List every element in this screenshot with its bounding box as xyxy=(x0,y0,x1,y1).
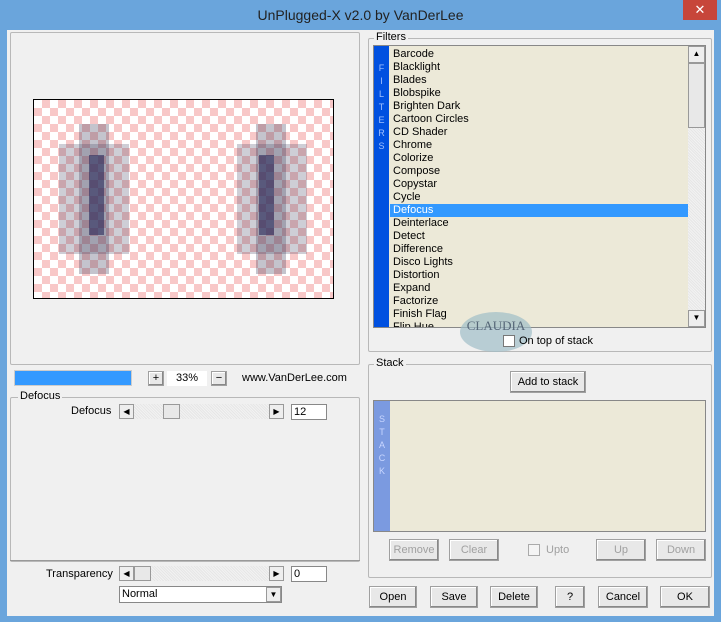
arrow-left-icon[interactable]: ◀ xyxy=(119,566,134,581)
add-to-stack-button[interactable]: Add to stack xyxy=(510,371,586,393)
open-button[interactable]: Open xyxy=(369,586,417,608)
remove-button[interactable]: Remove xyxy=(389,539,439,561)
arrow-right-icon[interactable]: ▶ xyxy=(269,566,284,581)
filter-item[interactable]: Blobspike xyxy=(390,87,688,100)
filter-item[interactable]: Difference xyxy=(390,243,688,256)
upto-label: Upto xyxy=(546,544,570,556)
scroll-up-icon[interactable]: ▲ xyxy=(688,46,705,63)
down-button[interactable]: Down xyxy=(656,539,706,561)
stack-bar-label: STACK xyxy=(378,414,386,476)
stack-group-label: Stack xyxy=(374,357,406,369)
zoom-in-button[interactable]: + xyxy=(148,371,164,386)
params-group-label: Defocus xyxy=(18,390,63,402)
filter-item[interactable]: Compose xyxy=(390,165,688,178)
scrollbar[interactable]: ▲ ▼ xyxy=(688,46,705,327)
chevron-down-icon[interactable]: ▼ xyxy=(266,587,281,602)
filter-item[interactable]: Colorize xyxy=(390,152,688,165)
zoom-level: 33% xyxy=(167,371,207,386)
filter-item[interactable]: Factorize xyxy=(390,295,688,308)
filter-item[interactable]: Blades xyxy=(390,74,688,87)
preview-image[interactable] xyxy=(33,99,334,299)
help-button[interactable]: ? xyxy=(555,586,585,608)
filter-item[interactable]: Brighten Dark xyxy=(390,100,688,113)
filter-item[interactable]: Distortion xyxy=(390,269,688,282)
defocus-slider[interactable]: ◀ ▶ xyxy=(119,404,284,419)
filter-item[interactable]: Expand xyxy=(390,282,688,295)
website-link[interactable]: www.VanDerLee.com xyxy=(242,372,347,384)
on-top-label: On top of stack xyxy=(519,335,593,347)
filter-item[interactable]: Cartoon Circles xyxy=(390,113,688,126)
delete-button[interactable]: Delete xyxy=(490,586,538,608)
filters-bar-label: FILTERS xyxy=(378,63,385,151)
filter-item[interactable]: Chrome xyxy=(390,139,688,152)
divider xyxy=(10,560,360,561)
filters-bar: FILTERS xyxy=(374,46,389,327)
filter-item[interactable]: Barcode xyxy=(390,48,688,61)
blend-mode-select[interactable]: Normal ▼ xyxy=(119,586,282,603)
filter-item[interactable]: Defocus xyxy=(390,204,688,217)
filter-item[interactable]: Finish Flag xyxy=(390,308,688,321)
slider-thumb[interactable] xyxy=(163,404,180,419)
upto-checkbox[interactable] xyxy=(528,544,540,556)
transparency-slider[interactable]: ◀ ▶ xyxy=(119,566,284,581)
save-button[interactable]: Save xyxy=(430,586,478,608)
on-top-checkbox[interactable] xyxy=(503,335,515,347)
filter-item[interactable]: Detect xyxy=(390,230,688,243)
stack-bar: STACK xyxy=(374,401,390,531)
slider-thumb[interactable] xyxy=(134,566,151,581)
filter-item[interactable]: CD Shader xyxy=(390,126,688,139)
scroll-down-icon[interactable]: ▼ xyxy=(688,310,705,327)
arrow-right-icon[interactable]: ▶ xyxy=(269,404,284,419)
cancel-button[interactable]: Cancel xyxy=(598,586,648,608)
transparency-value[interactable]: 0 xyxy=(291,566,327,582)
filter-item[interactable]: Copystar xyxy=(390,178,688,191)
filters-list[interactable]: FILTERS Barcode Blacklight Blades Blobspike… xyxy=(373,45,706,328)
ok-button[interactable]: OK xyxy=(660,586,710,608)
window-title: UnPlugged-X v2.0 by VanDerLee xyxy=(257,7,464,23)
progress-bar xyxy=(14,370,132,386)
clear-button[interactable]: Clear xyxy=(449,539,499,561)
defocus-label: Defocus xyxy=(71,405,112,417)
stack-list[interactable]: STACK xyxy=(373,400,706,532)
filter-item[interactable]: Blacklight xyxy=(390,61,688,74)
filters-group-label: Filters xyxy=(374,31,408,43)
filter-item[interactable]: Cycle xyxy=(390,191,688,204)
blend-mode-value: Normal xyxy=(122,588,158,600)
zoom-out-button[interactable]: − xyxy=(211,371,227,386)
filter-item[interactable]: Disco Lights xyxy=(390,256,688,269)
defocus-value[interactable]: 12 xyxy=(291,404,327,420)
filter-item[interactable]: Flip Hue xyxy=(390,321,688,327)
transparency-label: Transparency xyxy=(46,568,113,580)
close-button[interactable]: ✕ xyxy=(683,0,717,20)
filter-item[interactable]: Deinterlace xyxy=(390,217,688,230)
scroll-thumb[interactable] xyxy=(688,63,705,128)
params-group xyxy=(10,397,360,562)
arrow-left-icon[interactable]: ◀ xyxy=(119,404,134,419)
up-button[interactable]: Up xyxy=(596,539,646,561)
